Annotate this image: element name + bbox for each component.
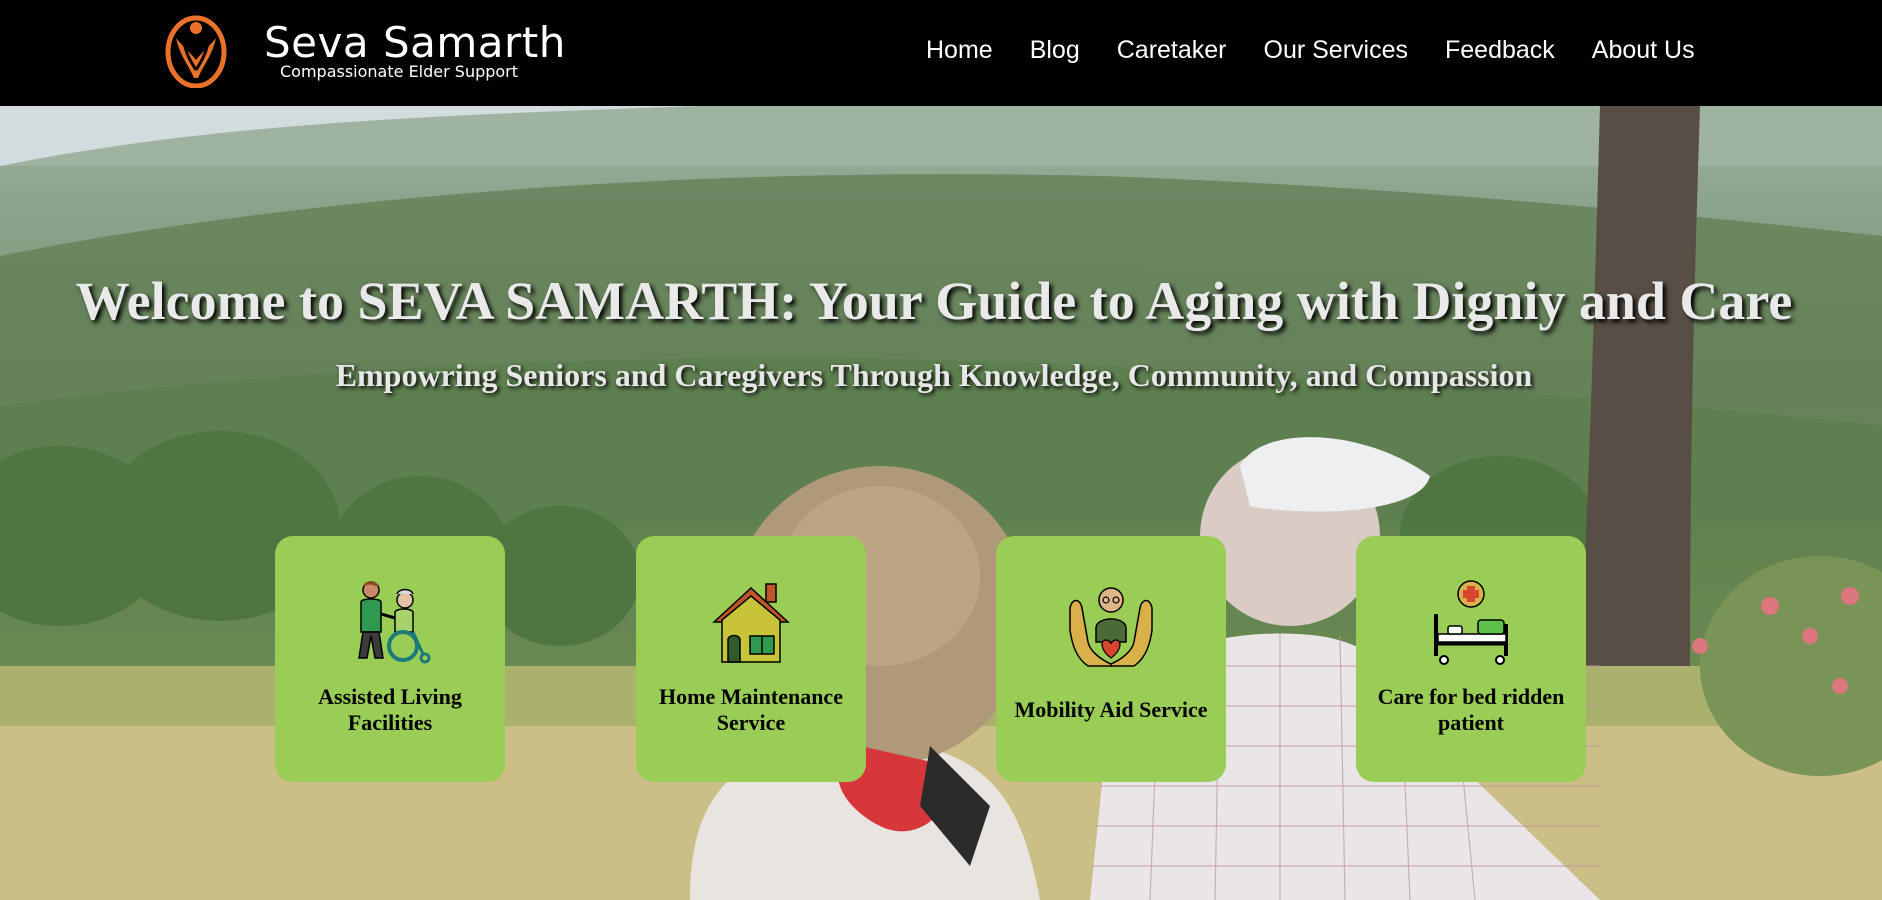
service-card-assisted-living[interactable]: Assisted Living Facilities (275, 536, 505, 782)
service-card-mobility-aid[interactable]: Mobility Aid Service (996, 536, 1226, 782)
navbar: Seva Samarth Compassionate Elder Support… (0, 0, 1882, 106)
hero-subtitle: Empowring Seniors and Caregivers Through… (335, 357, 1533, 393)
caregiver-wheelchair-icon (358, 581, 431, 664)
nav-home[interactable]: Home (926, 36, 993, 65)
service-label: Home Maintenance Service (659, 684, 843, 735)
hero-background-image (0, 106, 1882, 900)
service-label: Care for bed ridden patient (1377, 684, 1565, 735)
hero-title: Welcome to SEVA SAMARTH: Your Guide to A… (75, 271, 1793, 331)
elder-hands-heart-icon (1069, 587, 1153, 667)
service-card-home-maintenance[interactable]: Home Maintenance Service (636, 536, 866, 782)
lotus-person-icon (165, 15, 227, 88)
hero-section: Welcome to SEVA SAMARTH: Your Guide to A… (0, 106, 1882, 900)
house-icon (712, 583, 790, 663)
nav-about-us[interactable]: About Us (1592, 36, 1695, 65)
nav-caretaker[interactable]: Caretaker (1117, 36, 1227, 65)
nav-our-services[interactable]: Our Services (1264, 36, 1408, 65)
brand-tagline: Compassionate Elder Support (280, 62, 519, 81)
service-label: Assisted Living Facilities (318, 684, 462, 735)
hospital-bed-icon (1434, 580, 1508, 665)
nav-feedback[interactable]: Feedback (1445, 36, 1555, 65)
service-card-bed-ridden-care[interactable]: Care for bed ridden patient (1356, 536, 1586, 782)
main-nav: Home Blog Caretaker Our Services Feedbac… (926, 30, 1695, 70)
brand-name: Seva Samarth (264, 18, 566, 67)
brand-logo[interactable]: Seva Samarth Compassionate Elder Support (164, 10, 565, 90)
service-label: Mobility Aid Service (1014, 697, 1208, 722)
nav-blog[interactable]: Blog (1030, 36, 1080, 65)
